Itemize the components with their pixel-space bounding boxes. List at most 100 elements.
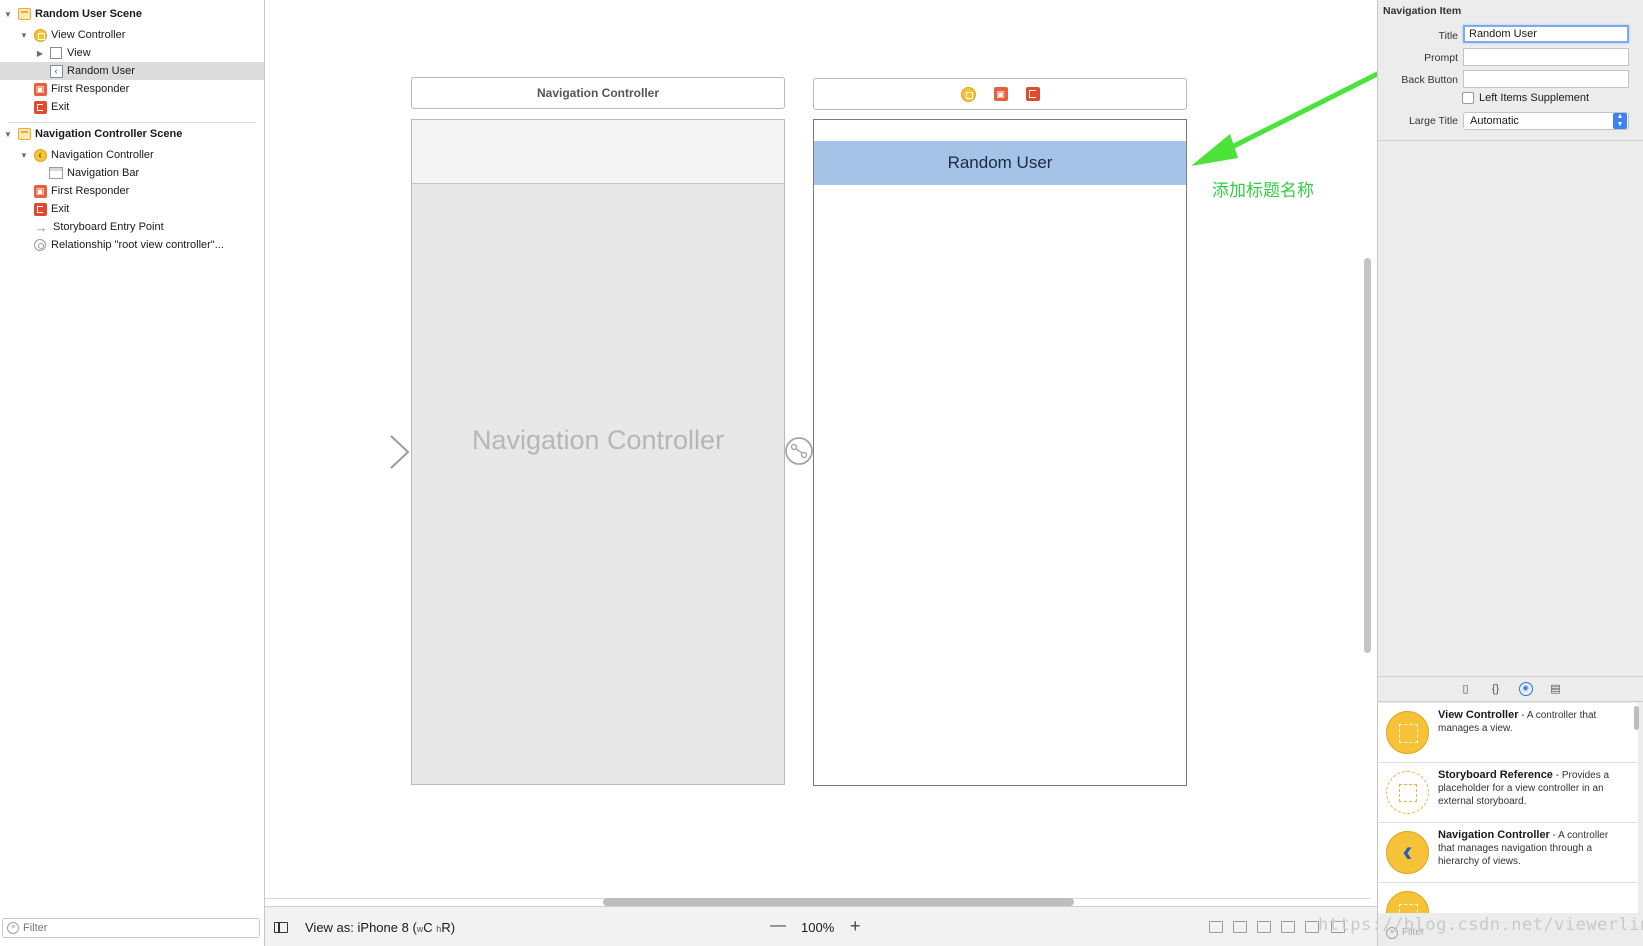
outline-label: Navigation Bar [67, 167, 140, 179]
outline-row-navigation-bar[interactable]: Navigation Bar [0, 164, 264, 182]
outline-row-exit[interactable]: Exit [0, 98, 264, 116]
navigation-controller-icon: ‹ [1386, 831, 1429, 874]
canvas-bottom-bar: View as: iPhone 8 (wC hR) — 100% + [265, 906, 1377, 946]
storyboard-reference-icon [1386, 771, 1429, 814]
document-outline: ▼ Random User Scene ▼ View Controller ▶ … [0, 0, 265, 946]
view-controller-icon [33, 28, 47, 42]
title-field[interactable] [1463, 25, 1629, 43]
back-button-label: Back Button [1401, 74, 1458, 86]
outline-label: Random User [67, 65, 135, 77]
prompt-input[interactable] [1464, 49, 1628, 65]
prompt-label: Prompt [1424, 52, 1458, 64]
view-as-device-button[interactable]: View as: iPhone 8 (wC hR) [305, 920, 455, 935]
disclosure-open-icon[interactable]: ▼ [18, 31, 30, 40]
relationship-segue-icon[interactable] [784, 436, 814, 466]
left-items-supplement-label: Left Items Supplement [1479, 92, 1590, 104]
library-item[interactable]: View Controller - A controller that mana… [1378, 703, 1638, 763]
navigation-bar-icon [49, 166, 63, 180]
canvas-horizontal-scrollbar[interactable] [603, 898, 1074, 906]
left-items-supplement-checkbox[interactable] [1462, 92, 1474, 104]
outline-label: Exit [51, 101, 70, 113]
zoom-in-button[interactable]: + [850, 916, 861, 937]
zoom-out-button[interactable]: — [770, 917, 786, 935]
outline-label: First Responder [51, 185, 130, 197]
library-item-text: View Controller - A controller that mana… [1438, 709, 1623, 735]
canvas-vertical-scrollbar[interactable] [1364, 258, 1371, 653]
annotation-text: 添加标题名称 [1212, 181, 1314, 201]
watermark-text: https://blog.csdn.net/viewerlin [1318, 915, 1643, 935]
outline-label: Relationship "root view controller"... [51, 239, 224, 251]
library-item[interactable]: ‹ Navigation Controller - A controller t… [1378, 823, 1638, 883]
relationship-icon [33, 238, 47, 252]
title-label: Title [1438, 30, 1458, 42]
title-input[interactable] [1465, 27, 1627, 41]
outline-label: Navigation Controller [51, 149, 154, 161]
add-constraints-icon[interactable] [1281, 921, 1295, 933]
object-library-tab-icon[interactable]: ◉ [1518, 682, 1533, 696]
filter-icon: ≡ [7, 922, 19, 934]
view-icon [49, 46, 63, 60]
outline-label: Navigation Controller Scene [35, 128, 183, 140]
back-button-field[interactable] [1463, 70, 1629, 88]
view-controller-icon[interactable] [960, 86, 976, 102]
outline-row-random-user-scene[interactable]: ▼ Random User Scene [0, 5, 264, 23]
view-controller-frame[interactable]: Random User [813, 119, 1187, 786]
library-scrollbar[interactable] [1634, 706, 1639, 730]
outline-label: Storyboard Entry Point [53, 221, 164, 233]
first-responder-icon[interactable]: ▣ [993, 87, 1008, 101]
random-user-scene-header[interactable]: ▣ [813, 78, 1187, 110]
large-title-select[interactable]: Automatic ▲ ▼ [1463, 112, 1629, 130]
outline-row-first-responder[interactable]: ▣ First Responder [0, 80, 264, 98]
outline-row-navigation-controller[interactable]: ▼ ‹ Navigation Controller [0, 146, 264, 164]
library-item-name: View Controller [1438, 709, 1519, 721]
storyboard-entry-arrow-icon[interactable] [311, 434, 411, 470]
outline-row-storyboard-entry-point[interactable]: → Storyboard Entry Point [0, 218, 264, 236]
outline-filter-field[interactable]: ≡ [2, 918, 260, 938]
update-frames-icon[interactable] [1209, 921, 1223, 933]
file-template-tab-icon[interactable]: ▯ [1459, 682, 1473, 696]
disclosure-open-icon[interactable]: ▼ [18, 151, 30, 160]
library-item[interactable]: Storyboard Reference - Provides a placeh… [1378, 763, 1638, 823]
exit-icon [33, 100, 47, 114]
selected-navigation-item[interactable]: Random User [814, 141, 1186, 185]
exit-icon [33, 202, 47, 216]
chevron-updown-icon[interactable]: ▲ ▼ [1613, 113, 1627, 129]
outline-row-relationship[interactable]: Relationship "root view controller"... [0, 236, 264, 254]
navigation-item-icon: ‹ [49, 64, 63, 78]
inspector-section-title: Navigation Item [1383, 5, 1462, 17]
navigation-controller-frame[interactable]: Navigation Controller [411, 119, 785, 785]
outline-separator [8, 122, 256, 123]
navigation-scene-header[interactable]: Navigation Controller [411, 77, 785, 109]
outline-row-view-controller[interactable]: ▼ View Controller [0, 26, 264, 44]
back-button-input[interactable] [1464, 71, 1628, 87]
inspector-divider [1378, 140, 1643, 141]
first-responder-icon: ▣ [33, 82, 47, 96]
outline-row-view[interactable]: ▶ View [0, 44, 264, 62]
library-tabs: ▯ {} ◉ ▤ [1378, 676, 1643, 702]
disclosure-open-icon[interactable]: ▼ [2, 130, 14, 139]
outline-filter-input[interactable] [23, 922, 243, 934]
outline-row-navigation-controller-scene[interactable]: ▼ Navigation Controller Scene [0, 125, 264, 143]
outline-label: View Controller [51, 29, 126, 41]
object-library-list: View Controller - A controller that mana… [1378, 703, 1638, 913]
align-icon[interactable] [1257, 921, 1271, 933]
outline-label: First Responder [51, 83, 130, 95]
disclosure-open-icon[interactable]: ▼ [2, 10, 14, 19]
library-item-text: Storyboard Reference - Provides a placeh… [1438, 769, 1623, 808]
media-library-tab-icon[interactable]: ▤ [1549, 682, 1563, 696]
library-item[interactable] [1378, 883, 1638, 913]
embed-in-stack-icon[interactable] [1233, 921, 1247, 933]
outline-row-first-responder[interactable]: ▣ First Responder [0, 182, 264, 200]
prompt-field[interactable] [1463, 48, 1629, 66]
disclosure-closed-icon[interactable]: ▶ [34, 49, 46, 58]
code-snippet-tab-icon[interactable]: {} [1489, 682, 1503, 696]
view-controller-icon [1386, 891, 1429, 913]
navigation-controller-icon: ‹ [33, 148, 47, 162]
resolve-issues-icon[interactable] [1305, 921, 1319, 933]
outline-row-navigation-item[interactable]: ‹ Random User [0, 62, 264, 80]
toggle-outline-icon[interactable] [274, 922, 288, 933]
library-item-name: Navigation Controller [1438, 829, 1550, 841]
exit-icon[interactable] [1025, 87, 1040, 101]
outline-row-exit[interactable]: Exit [0, 200, 264, 218]
navigation-bar[interactable] [412, 120, 784, 184]
